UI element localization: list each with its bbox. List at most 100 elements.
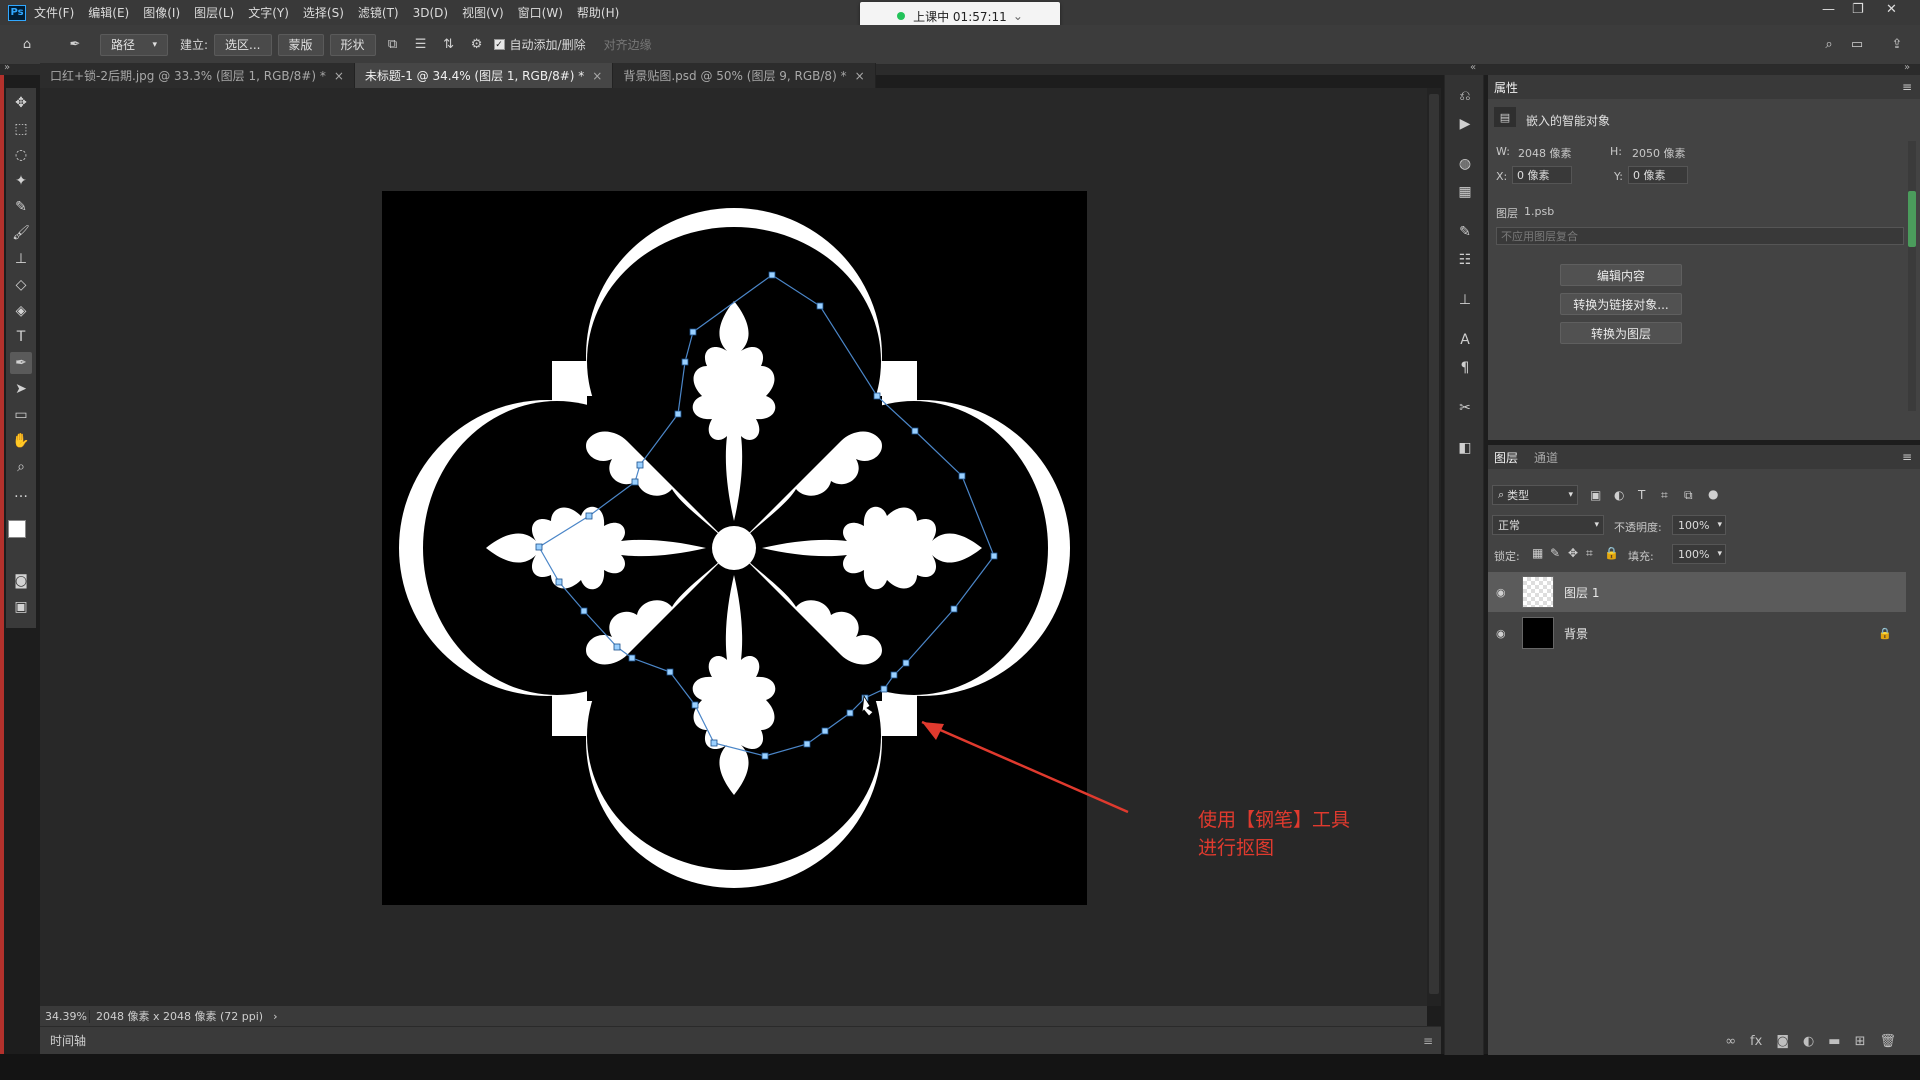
- edit-contents-button[interactable]: 编辑内容: [1560, 264, 1682, 286]
- tab-channels[interactable]: 通道: [1534, 449, 1558, 466]
- menu-help[interactable]: 帮助(H): [577, 4, 619, 21]
- menu-view[interactable]: 视图(V): [462, 4, 504, 21]
- convert-to-linked-button[interactable]: 转换为链接对象...: [1560, 293, 1682, 315]
- collapse-right2-icon[interactable]: »: [1904, 62, 1910, 73]
- anchor-point[interactable]: [691, 701, 699, 709]
- path-selection-tool-icon[interactable]: ➤: [10, 378, 32, 400]
- new-layer-icon[interactable]: ⊞: [1855, 1034, 1866, 1049]
- layer-filter-select[interactable]: ⌕ 类型 ▾: [1492, 485, 1578, 505]
- anchor-point[interactable]: [631, 478, 639, 486]
- layer-name[interactable]: 图层 1: [1564, 584, 1599, 601]
- add-mask-icon[interactable]: ◙: [1776, 1034, 1789, 1049]
- x-input[interactable]: 0 像素: [1512, 166, 1572, 184]
- actions-play-icon[interactable]: ▶: [1454, 113, 1476, 135]
- quick-mask-icon[interactable]: ◙: [10, 570, 32, 592]
- paint-bucket-tool-icon[interactable]: ◈: [10, 300, 32, 322]
- close-icon[interactable]: ×: [855, 69, 865, 83]
- paragraph-icon[interactable]: ¶: [1454, 357, 1476, 379]
- tool-mode-select[interactable]: 路径 ▾: [100, 33, 168, 56]
- pen-tool-preset-icon[interactable]: ✒: [64, 34, 86, 56]
- panel-menu-icon[interactable]: ≡: [1902, 80, 1912, 94]
- panel-menu-icon[interactable]: ≡: [1423, 1034, 1433, 1048]
- link-layers-icon[interactable]: ∞: [1725, 1034, 1736, 1049]
- collapse-left-icon[interactable]: »: [4, 62, 10, 73]
- properties-scrollbar[interactable]: [1908, 141, 1916, 411]
- filter-pixel-icon[interactable]: ▣: [1590, 488, 1601, 502]
- tab-properties[interactable]: 属性: [1494, 79, 1518, 96]
- collapse-right-icon[interactable]: «: [1470, 62, 1476, 73]
- anchor-point[interactable]: [585, 512, 593, 520]
- y-input[interactable]: 0 像素: [1628, 166, 1688, 184]
- auto-add-delete-checkbox[interactable]: ✓: [493, 39, 505, 50]
- new-group-icon[interactable]: ▬: [1828, 1034, 1840, 1049]
- anchor-point[interactable]: [846, 709, 854, 717]
- zoom-level[interactable]: 34.39%: [40, 1009, 90, 1023]
- status-arrow-icon[interactable]: ›: [273, 1010, 277, 1023]
- anchor-point[interactable]: [710, 739, 718, 747]
- close-icon[interactable]: ×: [334, 69, 344, 83]
- anchor-point[interactable]: [950, 605, 958, 613]
- menu-type[interactable]: 文字(Y): [248, 4, 289, 21]
- menu-layer[interactable]: 图层(L): [194, 4, 234, 21]
- path-operations-icon[interactable]: ⧉: [382, 34, 404, 56]
- anchor-point[interactable]: [689, 328, 697, 336]
- anchor-point[interactable]: [902, 659, 910, 667]
- tab-document-1[interactable]: 口红+锁-2后期.jpg @ 33.3% (图层 1, RGB/8#) * ×: [40, 63, 355, 88]
- layer-name[interactable]: 背景: [1564, 625, 1588, 642]
- trash-icon[interactable]: 🗑: [1879, 1034, 1896, 1049]
- move-tool-icon[interactable]: ✥: [10, 92, 32, 114]
- filter-type-icon[interactable]: T: [1638, 488, 1645, 502]
- screen-mode-icon[interactable]: ▣: [10, 596, 32, 618]
- anchor-point[interactable]: [911, 427, 919, 435]
- adjustment-layer-icon[interactable]: ◐: [1803, 1034, 1814, 1049]
- swatches-icon[interactable]: ▦: [1454, 181, 1476, 203]
- home-icon[interactable]: ⌂: [16, 34, 38, 56]
- tab-document-3[interactable]: 背景贴图.psd @ 50% (图层 9, RGB/8) * ×: [613, 63, 876, 88]
- canvas-vertical-scrollbar[interactable]: [1427, 88, 1441, 1006]
- stamp-tool-icon[interactable]: ⊥: [10, 248, 32, 270]
- character-icon[interactable]: A: [1454, 329, 1476, 351]
- lock-artboard-icon[interactable]: ⌗: [1586, 546, 1593, 561]
- make-shape-button[interactable]: 形状: [329, 33, 376, 56]
- anchor-point[interactable]: [890, 671, 898, 679]
- menu-window[interactable]: 窗口(W): [518, 4, 563, 21]
- blend-mode-select[interactable]: 正常 ▾: [1492, 515, 1604, 535]
- anchor-point[interactable]: [990, 552, 998, 560]
- anchor-point[interactable]: [666, 668, 674, 676]
- eyedropper-tool-icon[interactable]: ✎: [10, 196, 32, 218]
- clone-source-icon[interactable]: ⊥: [1454, 289, 1476, 311]
- history-icon[interactable]: ⎌: [1454, 85, 1476, 107]
- menu-3d[interactable]: 3D(D): [413, 6, 448, 20]
- panel-menu-icon[interactable]: ≡: [1902, 450, 1912, 464]
- lock-transparency-icon[interactable]: ▦: [1532, 546, 1543, 560]
- workspace-icon[interactable]: ▭: [1846, 34, 1868, 56]
- menu-edit[interactable]: 编辑(E): [88, 4, 129, 21]
- gear-icon[interactable]: ⚙: [466, 34, 488, 56]
- anchor-point[interactable]: [803, 740, 811, 748]
- lock-position-icon[interactable]: ✥: [1568, 546, 1578, 560]
- eraser-tool-icon[interactable]: ◇: [10, 274, 32, 296]
- marquee-tool-icon[interactable]: ⬚: [10, 118, 32, 140]
- libraries-icon[interactable]: ◧: [1454, 437, 1476, 459]
- eye-icon[interactable]: ◉: [1496, 586, 1512, 599]
- search-icon[interactable]: ⌕: [1818, 34, 1840, 56]
- path-alignment-icon[interactable]: ☰: [410, 34, 432, 56]
- close-icon[interactable]: ×: [592, 69, 602, 83]
- anchor-point[interactable]: [821, 727, 829, 735]
- eye-icon[interactable]: ◉: [1496, 627, 1512, 640]
- layer-comp-select[interactable]: 不应用图层复合: [1496, 227, 1904, 245]
- share-icon[interactable]: ⇪: [1886, 34, 1908, 56]
- tab-layers[interactable]: 图层: [1494, 449, 1518, 466]
- menu-select[interactable]: 选择(S): [303, 4, 344, 21]
- opacity-input[interactable]: 100% ▾: [1672, 515, 1726, 535]
- make-selection-button[interactable]: 选区...: [214, 33, 272, 56]
- anchor-point[interactable]: [768, 271, 776, 279]
- anchor-point[interactable]: [880, 685, 888, 693]
- filter-toggle-icon[interactable]: ●: [1708, 487, 1718, 501]
- lock-pixels-icon[interactable]: ✎: [1550, 546, 1560, 560]
- path-arrangement-icon[interactable]: ⇅: [438, 34, 460, 56]
- convert-to-layers-button[interactable]: 转换为图层: [1560, 322, 1682, 344]
- menu-filter[interactable]: 滤镜(T): [358, 4, 399, 21]
- anchor-point[interactable]: [674, 410, 682, 418]
- tools-settings-icon[interactable]: ✂: [1454, 397, 1476, 419]
